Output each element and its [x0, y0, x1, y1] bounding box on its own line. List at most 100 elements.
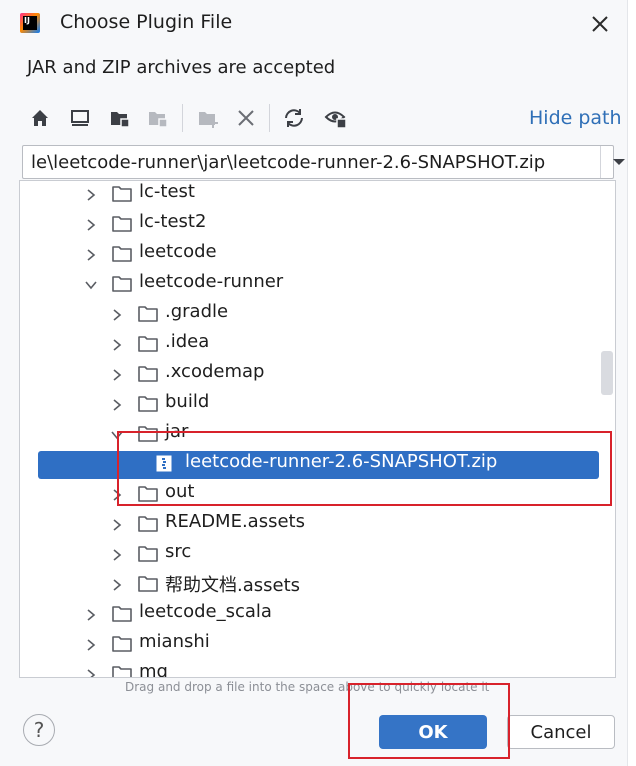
show-hidden-button[interactable] [322, 100, 350, 136]
help-button[interactable]: ? [23, 714, 55, 746]
folder-icon [112, 635, 132, 652]
close-icon [592, 16, 608, 32]
tree-folder-row[interactable]: .idea [20, 329, 615, 359]
tree-item-label: README.assets [165, 511, 305, 532]
chevron-right-icon[interactable] [110, 547, 124, 561]
chevron-right-icon[interactable] [110, 307, 124, 321]
desktop-icon [71, 110, 89, 126]
intellij-logo-icon: IJ [20, 13, 40, 33]
tree-item-label: src [165, 541, 192, 562]
zip-archive-icon [156, 455, 172, 472]
tree-item-label: .gradle [165, 301, 229, 322]
chevron-right-icon[interactable] [84, 637, 98, 651]
chevron-right-icon[interactable] [110, 517, 124, 531]
tree-item-label: leetcode_scala [139, 601, 272, 622]
chevron-right-icon[interactable] [84, 187, 98, 201]
tree-item-label: leetcode-runner-2.6-SNAPSHOT.zip [185, 451, 498, 472]
folder-icon [138, 425, 158, 442]
tree-folder-row[interactable]: leetcode_scala [20, 599, 615, 629]
refresh-button[interactable] [280, 100, 308, 136]
show-hidden-icon [324, 111, 347, 129]
tree-folder-row[interactable]: .xcodemap [20, 359, 615, 389]
chevron-right-icon[interactable] [110, 397, 124, 411]
folder-icon [112, 275, 132, 292]
tree-scrollbar-thumb[interactable] [601, 351, 613, 395]
home-button[interactable] [26, 100, 54, 136]
tree-item-label: mianshi [139, 631, 210, 652]
home-icon [32, 110, 48, 126]
desktop-button[interactable] [66, 100, 94, 136]
tree-folder-row[interactable]: lc-test2 [20, 209, 615, 239]
folder-icon [138, 515, 158, 532]
tree-item-label: lc-test [139, 181, 195, 202]
folder-icon [112, 665, 132, 677]
project-folder-button[interactable] [106, 100, 134, 136]
folder-icon [112, 185, 132, 202]
delete-button[interactable] [232, 100, 260, 136]
chevron-right-icon[interactable] [110, 487, 124, 501]
ok-button[interactable]: OK [379, 715, 487, 749]
tree-item-label: leetcode-runner [139, 271, 284, 292]
module-folder-icon [149, 112, 168, 128]
chevron-down-icon[interactable] [110, 427, 124, 441]
tree-folder-row[interactable]: 帮助文档.assets [20, 569, 615, 599]
hide-path-link[interactable]: Hide path [529, 107, 622, 129]
folder-icon [112, 215, 132, 232]
tree-file-row[interactable]: leetcode-runner-2.6-SNAPSHOT.zip [20, 449, 615, 479]
tree-folder-row[interactable]: mianshi [20, 629, 615, 659]
tree-item-label: out [165, 481, 195, 502]
chevron-right-icon[interactable] [84, 607, 98, 621]
tree-item-label: leetcode [139, 241, 217, 262]
tree-item-label: build [165, 391, 210, 412]
close-button[interactable] [586, 10, 614, 38]
chevron-down-icon [613, 159, 625, 165]
module-folder-button[interactable] [144, 100, 172, 136]
tree-folder-row[interactable]: jar [20, 419, 615, 449]
tree-folder-row[interactable]: build [20, 389, 615, 419]
path-combobox [22, 145, 625, 179]
cancel-button[interactable]: Cancel [507, 715, 615, 749]
tree-item-label: 帮助文档.assets [165, 575, 301, 596]
tree-folder-row[interactable]: src [20, 539, 615, 569]
delete-icon [238, 110, 254, 126]
refresh-icon [285, 109, 303, 127]
folder-icon [138, 335, 158, 352]
chevron-right-icon[interactable] [110, 337, 124, 351]
file-tree[interactable]: mq mianshi leetcode_scala 帮助文档.assets src REA… [19, 180, 616, 678]
toolbar-separator [269, 104, 270, 132]
background-window-edge [627, 0, 636, 766]
chevron-right-icon[interactable] [84, 217, 98, 231]
chevron-right-icon[interactable] [110, 367, 124, 381]
path-input[interactable] [31, 149, 581, 175]
tree-folder-row[interactable]: mq [20, 659, 615, 678]
folder-icon [138, 575, 158, 592]
tree-item-label: jar [165, 421, 189, 442]
new-folder-icon [199, 112, 218, 128]
dialog-title: Choose Plugin File [60, 11, 233, 33]
chevron-right-icon[interactable] [84, 247, 98, 261]
title-bar: IJ Choose Plugin File [0, 0, 628, 46]
folder-icon [138, 485, 158, 502]
drag-drop-hint: Drag and drop a file into the space abov… [125, 680, 490, 694]
dialog-description: JAR and ZIP archives are accepted [27, 57, 336, 78]
chevron-down-icon[interactable] [84, 277, 98, 291]
folder-icon [112, 605, 132, 622]
folder-icon [112, 245, 132, 262]
new-folder-button[interactable] [194, 100, 222, 136]
tree-folder-row[interactable]: out [20, 479, 615, 509]
folder-icon [138, 365, 158, 382]
tree-folder-row[interactable]: leetcode [20, 239, 615, 269]
tree-folder-row[interactable]: leetcode-runner [20, 269, 615, 299]
toolbar-separator [182, 104, 183, 132]
tree-folder-row[interactable]: lc-test [20, 181, 615, 209]
tree-folder-row[interactable]: .gradle [20, 299, 615, 329]
chevron-right-icon[interactable] [84, 667, 98, 677]
folder-icon [138, 395, 158, 412]
tree-folder-row[interactable]: README.assets [20, 509, 615, 539]
tree-item-label: .idea [165, 331, 210, 352]
tree-item-label: .xcodemap [165, 361, 265, 382]
chevron-right-icon[interactable] [110, 577, 124, 591]
tree-item-label: mq [139, 661, 168, 678]
folder-icon [138, 305, 158, 322]
project-folder-icon [111, 112, 130, 128]
